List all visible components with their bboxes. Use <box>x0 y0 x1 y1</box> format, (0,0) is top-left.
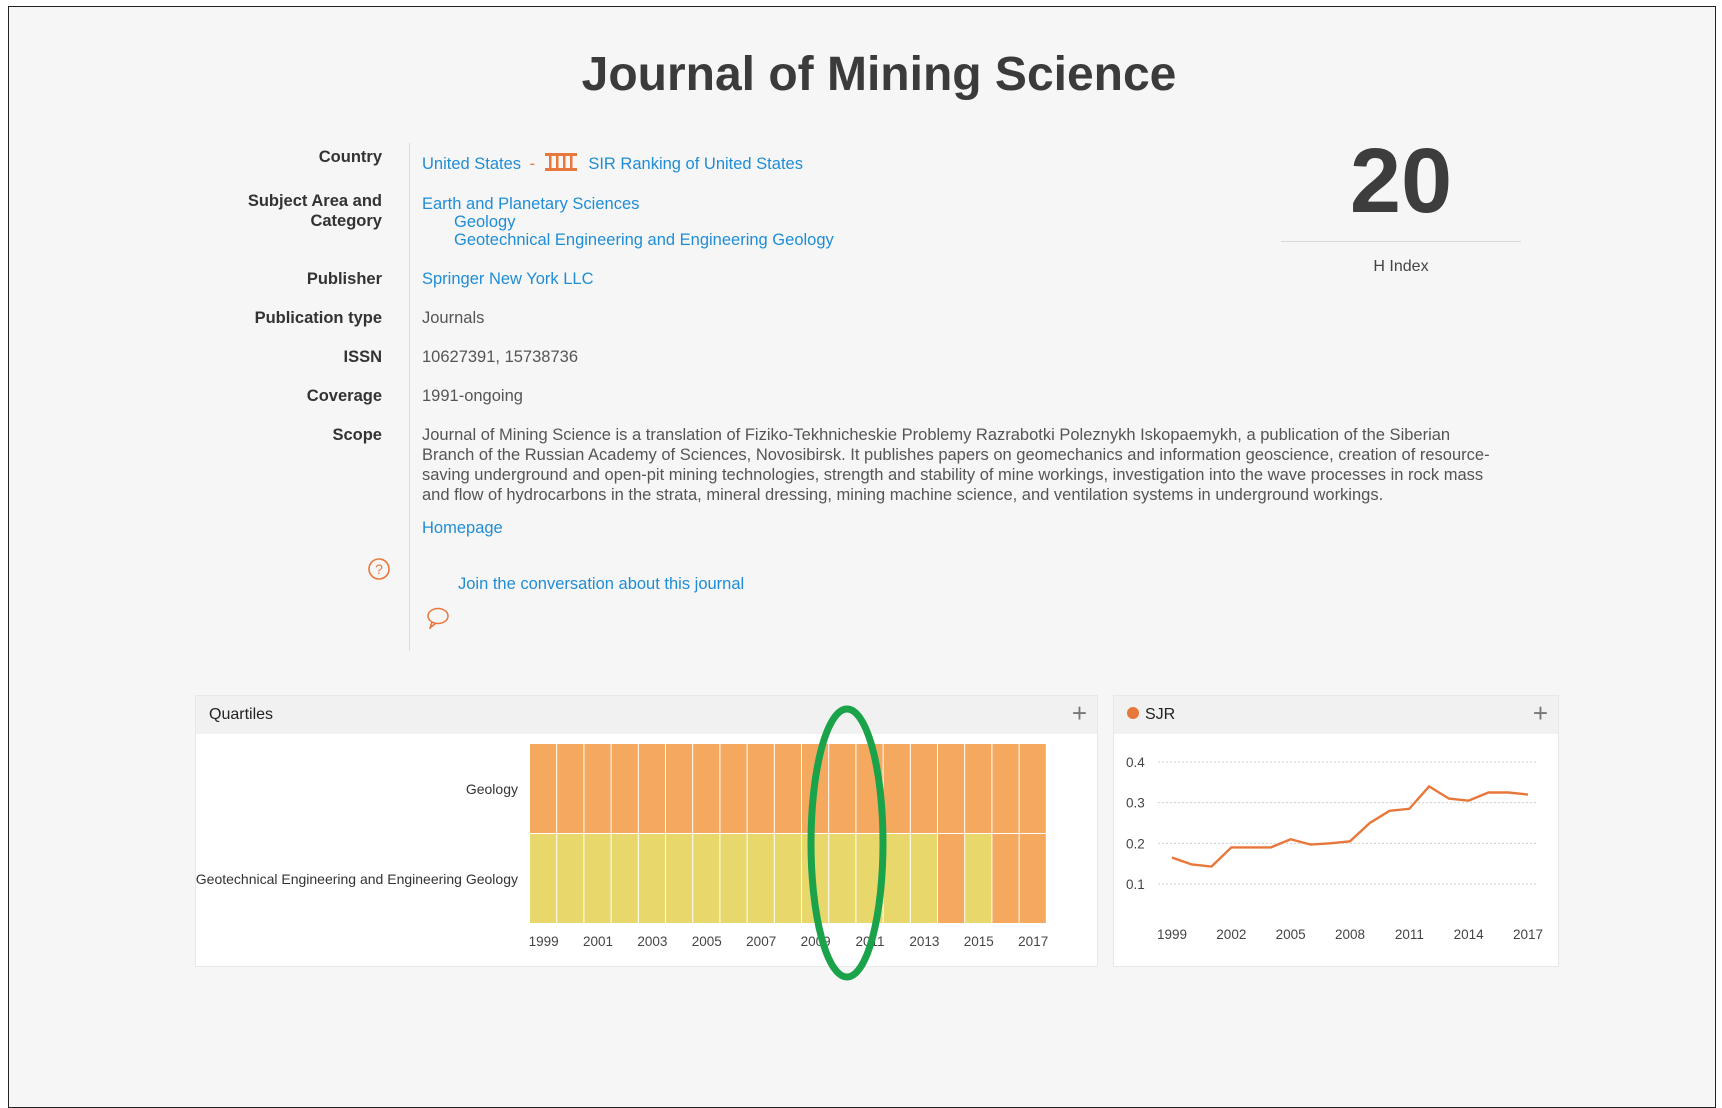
coverage-label: Coverage <box>306 387 382 405</box>
sjr-x-tick: 2008 <box>1335 927 1365 942</box>
quartiles-year-tick: 2017 <box>1018 934 1048 949</box>
quartile-cell <box>666 744 693 833</box>
quartile-cell <box>992 834 1019 923</box>
sjr-title: SJR <box>1145 706 1176 723</box>
subject-area-link[interactable]: Earth and Planetary Sciences <box>422 194 639 214</box>
country-row: United States - SIR Ranking of United St… <box>422 151 803 178</box>
sjr-x-tick: 2011 <box>1395 927 1424 942</box>
quartile-cell <box>938 744 965 833</box>
sir-ranking-link[interactable]: SIR Ranking of United States <box>588 155 803 173</box>
question-circle-icon[interactable]: ? <box>367 557 391 586</box>
quartile-cell <box>638 834 665 923</box>
quartile-cell <box>747 744 774 833</box>
quartile-cell <box>693 834 720 923</box>
issn-value: 10627391, 15738736 <box>422 348 578 366</box>
svg-text:?: ? <box>375 561 383 577</box>
sjr-card-header: SJR + <box>1114 696 1558 734</box>
quartiles-year-tick: 2007 <box>746 934 776 949</box>
issn-label: ISSN <box>343 348 382 366</box>
homepage-link[interactable]: Homepage <box>422 518 503 538</box>
quartile-cell <box>584 834 611 923</box>
quartiles-year-tick: 2003 <box>637 934 667 949</box>
category-link-geology[interactable]: Geology <box>454 212 515 232</box>
publication-type-value: Journals <box>422 309 485 327</box>
sjr-x-tick: 1999 <box>1157 927 1187 942</box>
plus-icon[interactable]: + <box>1533 698 1548 729</box>
quartile-cell <box>965 744 992 833</box>
building-columns-icon <box>544 151 578 178</box>
h-index-divider <box>1281 241 1521 242</box>
sjr-y-tick: 0.2 <box>1126 836 1145 851</box>
page-title: Journal of Mining Science <box>581 48 1177 101</box>
subject-label: Subject Area and Category <box>247 192 382 230</box>
quartile-cell <box>910 744 937 833</box>
publisher-label: Publisher <box>306 270 382 288</box>
sjr-chart: 0.4 0.3 0.2 0.1 1999 2002 2005 2008 2011 2014 2017 <box>1126 755 1543 942</box>
sjr-title-wrap: SJR <box>1127 706 1175 724</box>
quartiles-year-tick: 2015 <box>964 934 994 949</box>
sjr-series-line <box>1171 784 1529 868</box>
sjr-card: SJR + 0.4 0.3 0.2 0.1 1999 2002 2005 2008 2011 20… <box>1113 695 1559 967</box>
page-frame: Journal of Mining Science Country Subjec… <box>8 6 1716 1108</box>
quartile-cell <box>693 744 720 833</box>
country-link[interactable]: United States <box>422 155 521 173</box>
quartiles-year-tick: 2001 <box>583 934 613 949</box>
sjr-y-tick: 0.4 <box>1126 755 1145 770</box>
quartile-cell <box>530 834 557 923</box>
quartiles-chart: Geology Geotechnical Engineering and Engi… <box>196 744 1048 949</box>
quartile-cell <box>774 744 801 833</box>
sjr-y-tick: 0.3 <box>1126 796 1145 811</box>
coverage-value: 1991-ongoing <box>422 387 523 405</box>
quartile-cell <box>638 744 665 833</box>
quartile-cell <box>910 834 937 923</box>
sjr-x-tick: 2017 <box>1513 927 1543 942</box>
quartiles-row-label: Geology <box>466 781 518 797</box>
quartiles-card-header: Quartiles + <box>196 696 1097 734</box>
quartiles-year-tick: 1999 <box>529 934 559 949</box>
country-separator: - <box>529 155 536 173</box>
conversation-link[interactable]: Join the conversation about this journal <box>458 574 744 594</box>
quartile-cell <box>611 744 638 833</box>
quartile-cell <box>747 834 774 923</box>
quartile-cell <box>992 744 1019 833</box>
publisher-link[interactable]: Springer New York LLC <box>422 269 594 289</box>
quartile-cell <box>774 834 801 923</box>
h-index-value: 20 <box>1349 130 1453 232</box>
h-index-label: H Index <box>1373 258 1429 275</box>
quartiles-row-label: Geotechnical Engineering and Engineering… <box>196 871 518 887</box>
quartiles-year-tick: 2005 <box>692 934 722 949</box>
quartiles-card: Quartiles + Geology Geotechnical Engineer… <box>195 695 1098 967</box>
sjr-y-tick: 0.1 <box>1126 877 1145 892</box>
quartile-cell <box>557 834 584 923</box>
quartile-cell <box>611 834 638 923</box>
speech-bubble-icon <box>426 607 450 634</box>
quartile-cell <box>584 744 611 833</box>
pubtype-label: Publication type <box>254 309 382 327</box>
quartile-cell <box>1019 834 1046 923</box>
quartile-cell <box>557 744 584 833</box>
quartile-cell <box>1019 744 1046 833</box>
quartile-cell <box>938 834 965 923</box>
quartile-cell <box>720 834 747 923</box>
scope-label: Scope <box>332 426 382 444</box>
sjr-x-tick: 2002 <box>1216 927 1246 942</box>
sjr-legend-dot <box>1127 707 1139 719</box>
quartile-cell <box>666 834 693 923</box>
info-divider <box>409 143 410 651</box>
sjr-x-tick: 2014 <box>1454 927 1485 942</box>
scope-value: Journal of Mining Science is a translati… <box>422 426 1490 504</box>
category-link-geotechnical[interactable]: Geotechnical Engineering and Engineering… <box>454 230 834 250</box>
plus-icon[interactable]: + <box>1072 698 1087 729</box>
quartile-cell <box>530 744 557 833</box>
highlight-ellipse <box>807 705 887 981</box>
quartile-cell <box>965 834 992 923</box>
quartiles-title: Quartiles <box>209 706 274 723</box>
country-label: Country <box>318 148 382 166</box>
quartiles-year-tick: 2013 <box>909 934 939 949</box>
sjr-x-tick: 2005 <box>1276 927 1306 942</box>
quartile-cell <box>720 744 747 833</box>
